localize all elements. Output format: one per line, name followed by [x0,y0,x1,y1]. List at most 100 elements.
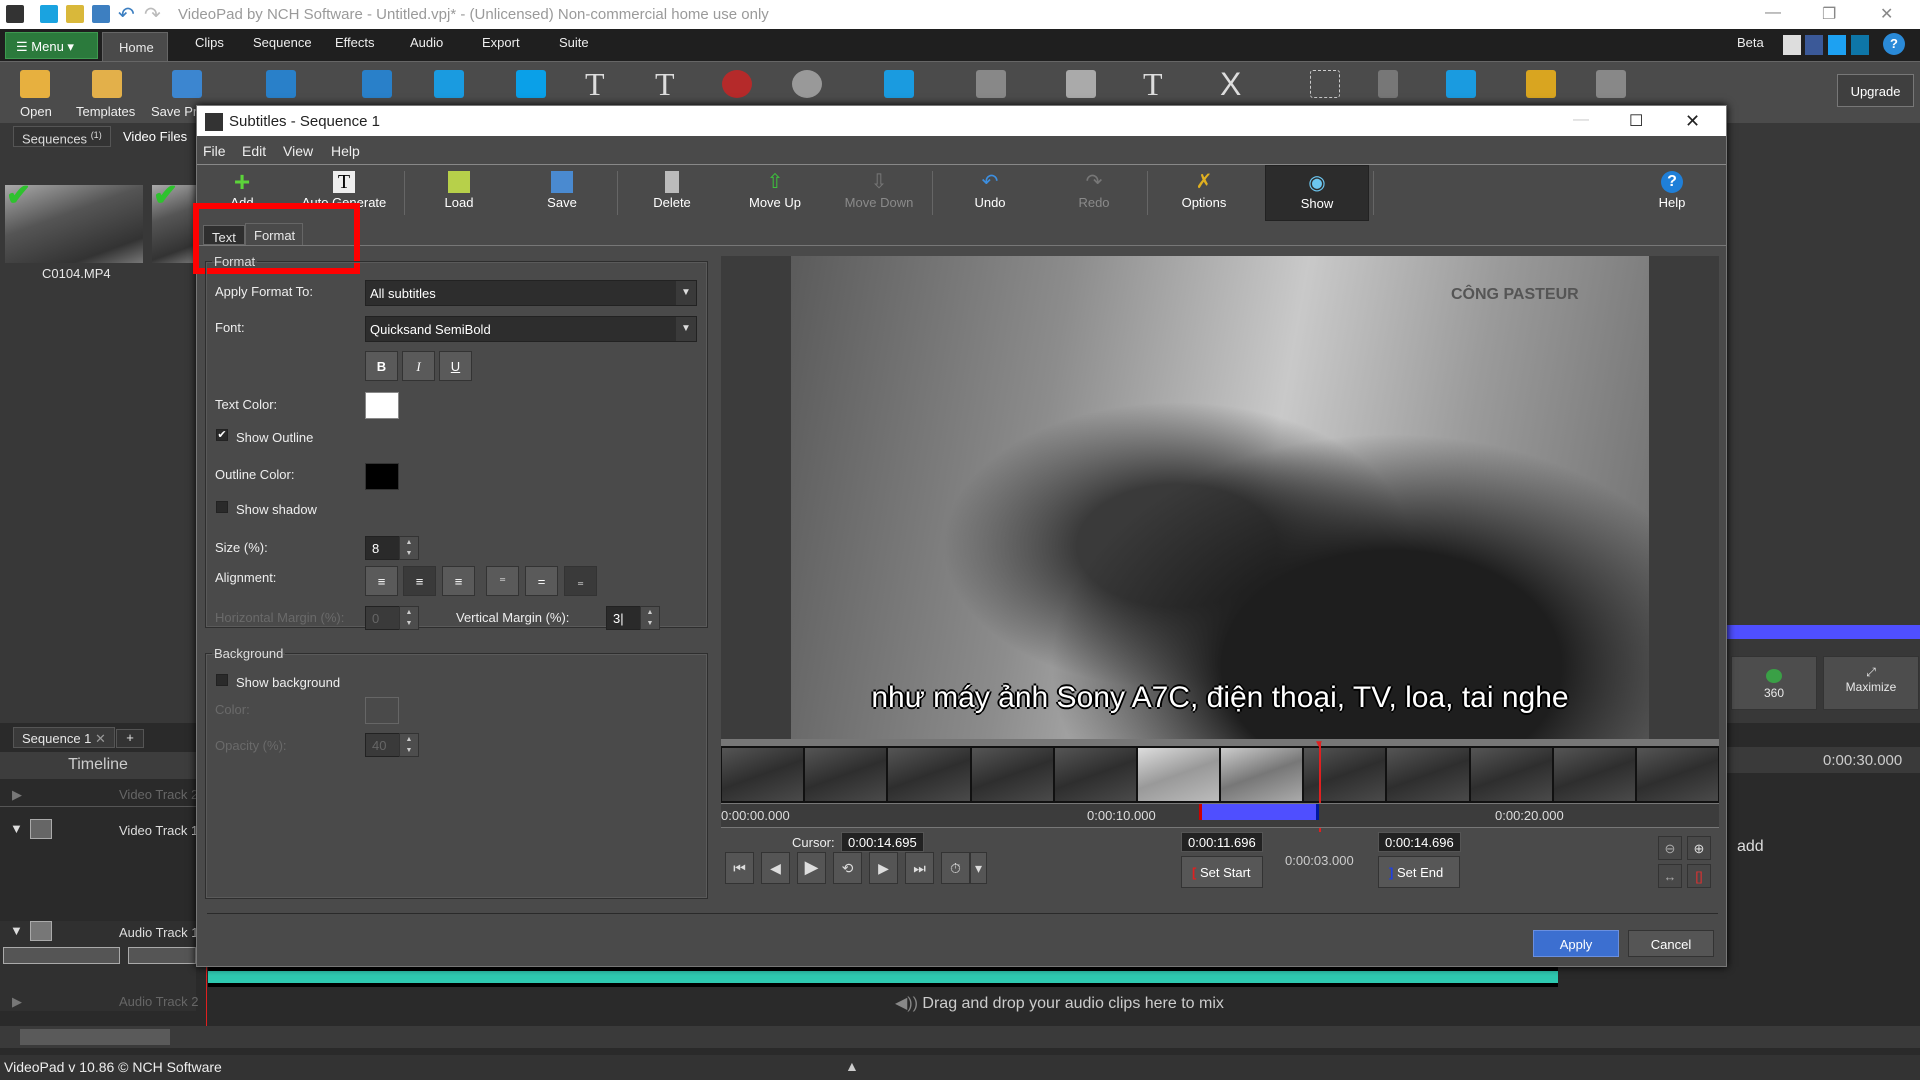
video-frame[interactable]: CÔNG PASTEUR như máy ảnh Sony A7C, điện … [791,256,1649,739]
bold-button[interactable]: B [365,351,398,381]
set-start-button[interactable]: [ Set Start [1181,856,1263,888]
go-to-start-icon[interactable]: ⏮ [725,852,754,884]
add-media-icon[interactable] [362,70,392,98]
subtitles-icon[interactable] [1446,70,1476,98]
preview-scrub-bar[interactable] [721,739,1719,746]
set-end-button[interactable]: ] Set End [1378,856,1460,888]
split-icon[interactable] [1310,70,1340,98]
tab-video-files[interactable]: Video Files [115,126,195,147]
maximize-button[interactable]: ⤢ Maximize [1823,656,1919,710]
export-icon[interactable] [266,70,296,98]
text-icon[interactable]: T [585,66,605,103]
menu-help[interactable]: Help [331,143,360,159]
show-outline-checkbox[interactable]: ✔ [216,429,228,441]
tab-home[interactable]: Home [102,32,168,61]
add-sequence-tab[interactable]: + [116,729,144,748]
chevron-down-icon[interactable]: ▾ [970,852,987,884]
selection-range[interactable] [1199,804,1319,820]
templates-label[interactable]: Templates [76,104,135,119]
redo-icon[interactable]: ↷ [144,2,161,27]
step-back-icon[interactable]: ◀ [761,852,790,884]
menu-view[interactable]: View [283,143,313,159]
outline-color-swatch[interactable] [365,463,399,490]
text-color-swatch[interactable] [365,392,399,419]
minimize-button[interactable]: — [1765,4,1781,22]
options-button[interactable]: ✗ Options [1159,165,1249,221]
show-background-label[interactable]: Show background [236,675,340,690]
apply-format-dropdown[interactable]: All subtitles ▼ [365,280,697,306]
align-top-button[interactable]: ⁼ [486,566,519,596]
tab-sequences[interactable]: Sequences (1) [13,126,111,147]
pan-slider[interactable] [128,947,196,964]
upgrade-button[interactable]: Upgrade [1837,74,1914,107]
show-background-checkbox[interactable] [216,674,228,686]
audio-effects-icon[interactable] [1066,70,1096,98]
undo-button[interactable]: ↶ Undo [945,165,1035,221]
open-icon[interactable] [20,70,50,98]
zoom-in-icon[interactable]: ⊕ [1687,836,1711,860]
move-down-button[interactable]: ⇩ Move Down [834,165,924,221]
save-project-icon[interactable] [172,70,202,98]
cursor-time-field[interactable]: 0:00:14.695 [841,832,924,852]
vertical-margin-spinner[interactable]: 3| ▲ ▼ [606,606,660,630]
align-bottom-button[interactable]: ₌ [564,566,597,596]
zoom-selection-icon[interactable]: [] [1687,864,1711,888]
align-left-button[interactable]: ≡ [365,566,398,596]
spinner-arrows-icon[interactable]: ▲ ▼ [399,536,419,560]
like-icon[interactable] [1783,35,1801,55]
delete-icon[interactable] [1378,70,1398,98]
help-button[interactable]: ? Help [1627,165,1717,221]
delete-button[interactable]: Delete [627,165,717,221]
tab-effects[interactable]: Effects [335,35,375,50]
font-dropdown[interactable]: Quicksand SemiBold ▼ [365,316,697,342]
underline-button[interactable]: U [439,351,472,381]
suite-icon[interactable] [1596,70,1626,98]
transition-effects-icon[interactable] [976,70,1006,98]
align-center-button[interactable]: ≡ [403,566,436,596]
close-button[interactable]: ✕ [1685,111,1700,132]
open-project-icon[interactable] [66,5,84,23]
record-icon[interactable] [722,70,752,98]
show-shadow-label[interactable]: Show shadow [236,502,317,517]
timeline-view-dropdown[interactable]: Timeline [0,752,196,779]
facebook-icon[interactable] [1805,35,1823,55]
text-animation-icon[interactable]: T [1143,66,1163,103]
start-time-field[interactable]: 0:00:11.696 [1181,832,1263,852]
tab-sequence[interactable]: Sequence [253,35,312,50]
align-right-button[interactable]: ≡ [442,566,475,596]
add-blank-icon[interactable] [516,70,546,98]
text-effect-icon[interactable]: T [655,66,675,103]
preview-ruler[interactable]: 0:00:00.000 0:00:10.000 0:00:20.000 [721,803,1719,828]
volume-slider[interactable] [3,947,120,964]
filmstrip[interactable] [721,746,1719,803]
menu-edit[interactable]: Edit [242,143,266,159]
tools-icon[interactable] [1526,70,1556,98]
eye-toggle-icon[interactable] [30,819,52,839]
tab-suite[interactable]: Suite [559,35,589,50]
close-tab-icon[interactable]: ✕ [95,731,106,746]
audio-waveform[interactable] [208,967,1558,987]
expand-icon[interactable]: ▶ [12,994,22,1010]
expand-icon[interactable]: ▶ [12,787,22,803]
tab-clips[interactable]: Clips [195,35,224,50]
tab-audio[interactable]: Audio [410,35,443,50]
italic-button[interactable]: I [402,351,435,381]
end-time-field[interactable]: 0:00:14.696 [1378,832,1461,852]
minimize-button[interactable]: — [1573,111,1589,129]
add-title-icon[interactable] [434,70,464,98]
fit-width-icon[interactable]: ↔ [1658,864,1682,888]
linkedin-icon[interactable] [1851,35,1869,55]
show-button[interactable]: ◉ Show [1265,165,1369,221]
menu-button[interactable]: ☰ Menu ▾ [5,32,98,59]
maximize-button[interactable]: ☐ [1629,111,1643,131]
save-project-label[interactable]: Save Pr [151,104,197,119]
video-effects-icon[interactable] [884,70,914,98]
vr-360-button[interactable]: 360 [1731,656,1817,710]
apply-button[interactable]: Apply [1533,930,1619,957]
show-shadow-checkbox[interactable] [216,501,228,513]
menu-file[interactable]: File [203,143,226,159]
size-spinner[interactable]: 8 ▲ ▼ [365,536,419,560]
go-to-end-icon[interactable]: ⏭ [905,852,934,884]
save-button[interactable]: Save [517,165,607,221]
spinner-arrows-icon[interactable]: ▲ ▼ [640,606,660,630]
